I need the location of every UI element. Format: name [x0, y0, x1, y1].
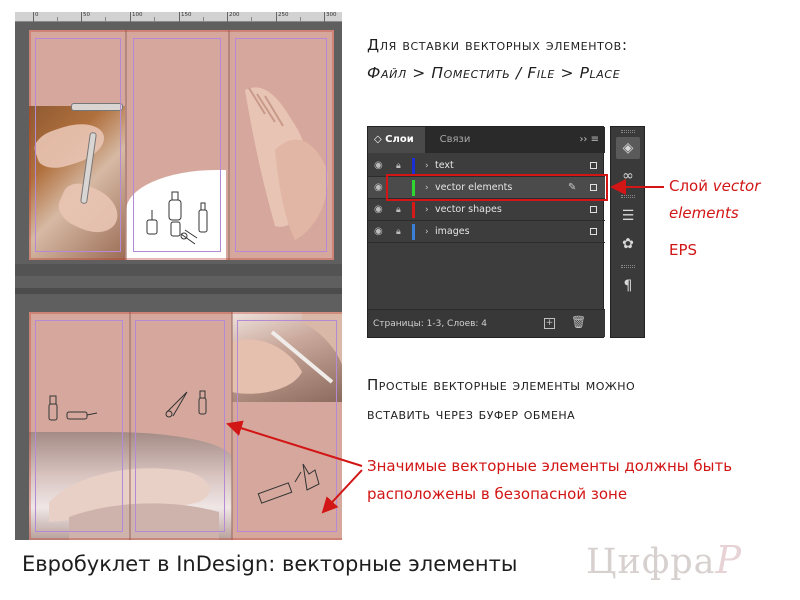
hand-with-file-illustration — [232, 312, 342, 394]
panel-icon-strip: ◈ ∞ ☰ ✿ ¶ — [610, 126, 645, 338]
ruler-label: 100 — [132, 12, 143, 18]
ruler-minor-tick — [154, 17, 155, 21]
ruler-label: 200 — [229, 12, 240, 18]
tab-layers[interactable]: ◇ Слои — [368, 127, 425, 153]
brand-logo-text: Цифра — [586, 542, 716, 582]
ruler-tick — [227, 12, 228, 22]
layer-callout-prefix: Слой — [669, 177, 708, 195]
layer-name: images — [435, 226, 470, 237]
layer-callout: Слой vector — [669, 177, 760, 195]
nail-file-illustration[interactable] — [71, 103, 123, 111]
layer-callout-italic: vector — [712, 177, 761, 195]
layers-icon[interactable]: ◈ — [616, 137, 640, 159]
insert-vector-title: Для вставки векторных элементов: — [367, 36, 628, 54]
spread-inner[interactable] — [29, 312, 342, 540]
ruler-tick — [81, 12, 82, 22]
fold-line — [228, 30, 230, 260]
lock-icon[interactable]: 🔒︎ — [396, 221, 406, 243]
links-icon[interactable]: ∞ — [616, 165, 640, 187]
ruler-tick — [33, 12, 34, 22]
spread-outer[interactable] — [29, 30, 334, 260]
fold-line — [125, 30, 127, 260]
chevron-right-icon[interactable]: › — [425, 221, 429, 243]
safe-zone-note-line1: Значимые векторные элементы должны быть — [367, 457, 733, 475]
strip-grip[interactable] — [621, 195, 635, 198]
layer-color-swatch — [412, 202, 415, 218]
ruler-label: 0 — [35, 12, 39, 18]
layer-target-icon[interactable] — [590, 206, 597, 213]
eps-note: EPS — [669, 241, 698, 259]
layer-name: vector shapes — [435, 204, 502, 215]
lock-icon[interactable]: 🔒︎ — [396, 199, 406, 221]
ruler-minor-tick — [251, 17, 252, 21]
layers-status-text: Страницы: 1-3, Слоев: 4 — [373, 319, 488, 329]
vector-bottles-illustration[interactable] — [39, 382, 129, 432]
pasteboard-gap — [15, 264, 342, 276]
layer-target-icon[interactable] — [590, 228, 597, 235]
vector-nipper-illustration[interactable] — [147, 382, 227, 432]
fold-line — [231, 312, 233, 540]
clipboard-note-line2: вставить через буфер обмена — [367, 405, 576, 423]
hands-illustration — [245, 87, 328, 240]
chevron-icon: ◇ — [374, 134, 386, 145]
selected-layer-highlight — [386, 174, 608, 201]
ruler-tick — [130, 12, 131, 22]
ruler-minor-tick — [203, 17, 204, 21]
strip-grip[interactable] — [621, 265, 635, 268]
layer-row-images[interactable]: ◉ 🔒︎ › images — [368, 221, 605, 243]
tab-layers-label: Слои — [385, 134, 414, 145]
hands-photo[interactable] — [235, 30, 334, 260]
ruler-label: 50 — [83, 12, 90, 18]
strip-grip[interactable] — [621, 130, 635, 133]
stroke-icon[interactable]: ☰ — [616, 205, 640, 227]
ruler-tick — [324, 12, 325, 22]
eye-icon[interactable]: ◉ — [374, 155, 386, 177]
ruler-minor-tick — [105, 17, 106, 21]
layer-target-icon[interactable] — [590, 162, 597, 169]
layer-color-swatch — [412, 224, 415, 240]
ruler-minor-tick — [57, 17, 58, 21]
pasteboard-gap — [15, 288, 342, 294]
brand-logo-glyph: Р — [715, 538, 743, 582]
panel-footer: Страницы: 1-3, Слоев: 4 + 🗑︎ — [368, 309, 605, 337]
layer-row-vector-shapes[interactable]: ◉ 🔒︎ › vector shapes — [368, 199, 605, 221]
safe-zone-note-line2: расположены в безопасной зоне — [367, 485, 628, 503]
layers-panel[interactable]: ◇ Слои Связи ›› ≡ ◉ 🔒︎ › text ◉ › vector… — [367, 126, 605, 338]
chevron-right-icon[interactable]: › — [425, 199, 429, 221]
tab-links[interactable]: Связи — [425, 127, 485, 153]
brand-logo: ЦифраР — [586, 538, 742, 582]
eye-icon[interactable]: ◉ — [374, 221, 386, 243]
trash-icon[interactable]: 🗑︎ — [571, 315, 586, 329]
ruler-label: 150 — [181, 12, 192, 18]
vector-tools-illustration[interactable] — [129, 170, 224, 258]
ruler-label: 300 — [326, 12, 337, 18]
ruler-minor-tick — [300, 17, 301, 21]
fold-line — [129, 312, 131, 540]
layer-color-swatch — [412, 158, 415, 174]
new-layer-icon[interactable]: + — [544, 318, 555, 329]
ruler-tick — [276, 12, 277, 22]
swatches-icon[interactable]: ✿ — [616, 233, 640, 255]
manicure-photo[interactable] — [29, 106, 125, 260]
hand-shape — [30, 116, 110, 174]
ruler-label: 250 — [278, 12, 289, 18]
ruler-tick — [179, 12, 180, 22]
layer-callout-line2: elements — [669, 204, 739, 222]
paragraph-icon[interactable]: ¶ — [616, 275, 640, 297]
eye-icon[interactable]: ◉ — [374, 199, 386, 221]
menu-path-note: Файл > Поместить / File > Place — [367, 64, 621, 82]
horizontal-ruler[interactable]: 0 50 100 150 200 250 300 — [15, 12, 342, 22]
vector-safe-zone-illustration[interactable] — [253, 452, 333, 512]
clipboard-note-line1: Простые векторные элементы можно — [367, 376, 636, 394]
nail-file-photo[interactable] — [232, 312, 342, 402]
panel-menu-icon[interactable]: ›› ≡ — [579, 127, 599, 153]
eye-icon[interactable]: ◉ — [374, 177, 386, 199]
panel-tab-bar: ◇ Слои Связи ›› ≡ — [368, 127, 605, 153]
slide-title: Евробуклет в InDesign: векторные элемент… — [22, 552, 518, 576]
document-canvas[interactable]: 0 50 100 150 200 250 300 — [15, 12, 342, 540]
